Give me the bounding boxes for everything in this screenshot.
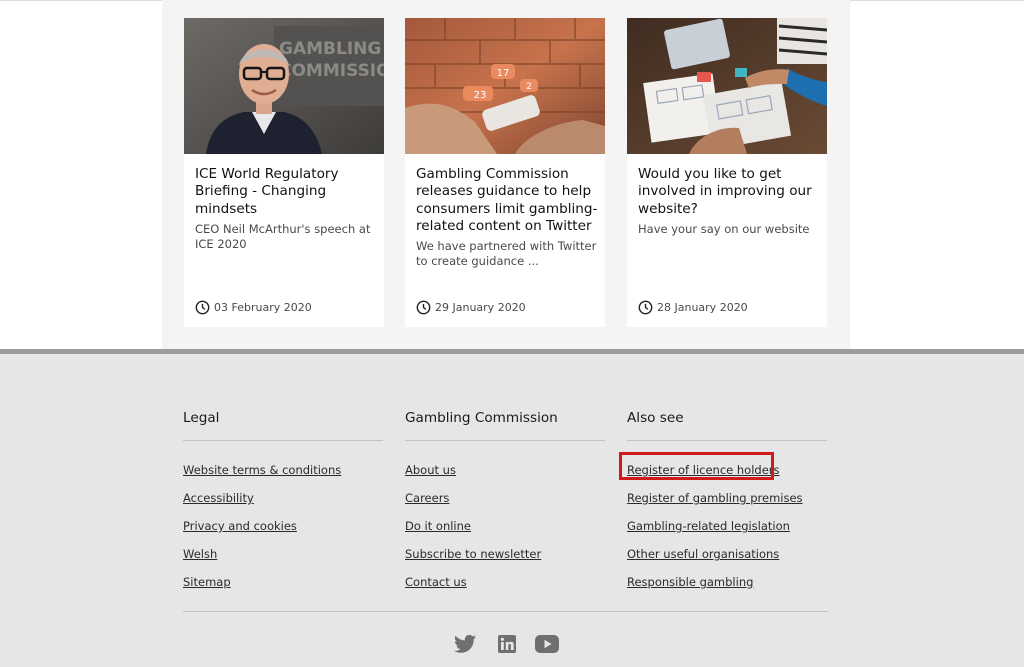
news-card-title[interactable]: ICE World Regulatory Briefing - Changing… [195,166,377,218]
site-footer: Legal Website terms & conditions Accessi… [0,349,1024,667]
news-card-date-text: 28 January 2020 [657,300,748,314]
footer-links-commission: About us Careers Do it online Subscribe … [405,461,605,601]
logo-wall-line2: COMMISSION [279,61,384,81]
news-card-date: 29 January 2020 [416,299,526,315]
footer-link-welsh[interactable]: Welsh [183,547,217,561]
twitter-icon[interactable] [454,634,476,654]
footer-heading-divider [405,440,605,441]
footer-link-sitemap[interactable]: Sitemap [183,575,231,589]
news-card-ice-briefing[interactable]: GAMBLING COMMISSION ICE World Regulatory… [184,18,384,327]
news-card-date: 03 February 2020 [195,299,312,315]
logo-wall-line1: GAMBLING [279,39,381,59]
news-card-date-text: 29 January 2020 [435,300,526,314]
footer-heading-also-see: Also see [627,410,684,426]
news-card-date-text: 03 February 2020 [214,300,312,314]
phone-photo: 17 23 2 [405,18,605,154]
footer-link-privacy-cookies[interactable]: Privacy and cookies [183,519,297,533]
news-panel: GAMBLING COMMISSION ICE World Regulatory… [162,0,850,349]
portrait-photo: GAMBLING COMMISSION [184,18,384,154]
news-card-title[interactable]: Would you like to get involved in improv… [638,166,820,218]
footer-link-about-us[interactable]: About us [405,463,456,477]
highlight-box [619,452,774,480]
footer-link-do-it-online[interactable]: Do it online [405,519,471,533]
footer-link-responsible-gambling[interactable]: Responsible gambling [627,575,753,589]
footer-links-legal: Website terms & conditions Accessibility… [183,461,383,601]
linkedin-icon[interactable] [498,635,516,653]
news-card-date: 28 January 2020 [638,299,748,315]
footer-heading-legal: Legal [183,410,220,426]
footer-link-register-gambling-premises[interactable]: Register of gambling premises [627,491,803,505]
svg-text:23: 23 [474,90,487,101]
footer-link-careers[interactable]: Careers [405,491,449,505]
svg-text:17: 17 [497,68,510,79]
news-card-image[interactable]: GAMBLING COMMISSION [184,18,384,154]
footer-links-also-see: Register of licence holders Register of … [627,461,827,601]
news-card-twitter-guidance[interactable]: 17 23 2 Gambling Commission releases gui… [405,18,605,327]
footer-heading-divider [183,440,383,441]
footer-heading-commission: Gambling Commission [405,410,558,426]
news-card-description: CEO Neil McArthur's speech at ICE 2020 [195,222,371,251]
news-card-description: We have partnered with Twitter to create… [416,239,597,268]
footer-link-useful-organisations[interactable]: Other useful organisations [627,547,779,561]
footer-link-website-terms[interactable]: Website terms & conditions [183,463,341,477]
svg-text:2: 2 [526,82,532,92]
clock-icon [416,300,431,315]
footer-column-commission: Gambling Commission About us Careers Do … [405,408,605,601]
footer-column-legal: Legal Website terms & conditions Accessi… [183,408,383,601]
workshop-photo [627,18,827,154]
news-card-image[interactable] [627,18,827,154]
footer-link-accessibility[interactable]: Accessibility [183,491,254,505]
footer-heading-divider [627,440,827,441]
clock-icon [638,300,653,315]
footer-column-also-see: Also see Register of licence holders Reg… [627,408,827,601]
clock-icon [195,300,210,315]
footer-link-gambling-legislation[interactable]: Gambling-related legislation [627,519,790,533]
news-card-image[interactable]: 17 23 2 [405,18,605,154]
news-card-description: Have your say on our website [638,222,810,236]
news-card-improve-website[interactable]: Would you like to get involved in improv… [627,18,827,327]
footer-link-subscribe-newsletter[interactable]: Subscribe to newsletter [405,547,541,561]
youtube-icon[interactable] [535,635,559,653]
footer-bottom-divider [183,611,828,612]
footer-link-contact-us[interactable]: Contact us [405,575,467,589]
news-card-title[interactable]: Gambling Commission releases guidance to… [416,166,598,235]
